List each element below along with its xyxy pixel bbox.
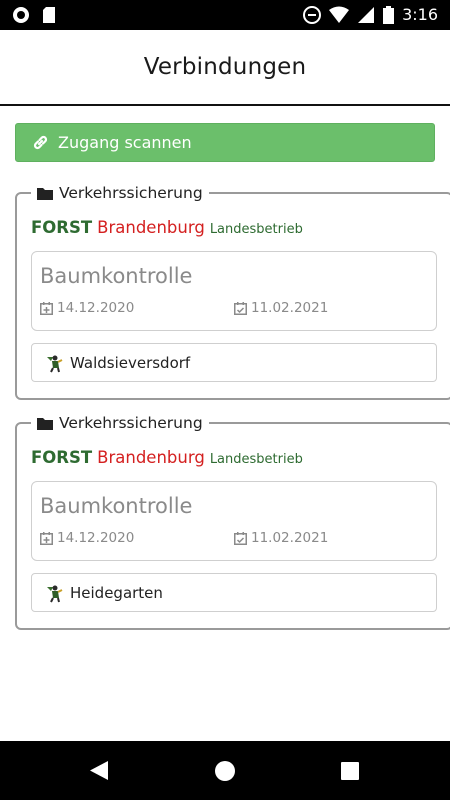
- end-date-value: 11.02.2021: [251, 530, 329, 546]
- folder-icon: [37, 187, 53, 200]
- org-suffix: Landesbetrieb: [209, 222, 303, 237]
- app-header: Verbindungen: [0, 30, 450, 106]
- card-legend-label: Verkehrssicherung: [59, 414, 203, 432]
- org-brand: Brandenburg: [97, 448, 205, 467]
- back-icon[interactable]: [89, 760, 109, 781]
- end-date: 11.02.2021: [234, 530, 428, 546]
- folder-icon: [37, 417, 53, 430]
- start-date: 14.12.2020: [40, 530, 234, 546]
- connection-card: Verkehrssicherung FORST Brandenburg Land…: [15, 414, 450, 630]
- card-legend-label: Verkehrssicherung: [59, 184, 203, 202]
- page-title: Verbindungen: [143, 54, 307, 80]
- inspection-title: Baumkontrolle: [40, 494, 193, 518]
- calendar-plus-icon: [40, 531, 53, 545]
- inspection-title: Baumkontrolle: [40, 264, 193, 288]
- organization-name: FORST Brandenburg Landesbetrieb: [31, 218, 437, 237]
- record-icon: [13, 7, 29, 23]
- org-suffix: Landesbetrieb: [209, 452, 303, 467]
- location-item[interactable]: Waldsieversdorf: [31, 343, 437, 382]
- calendar-check-icon: [234, 531, 247, 545]
- location-item[interactable]: Heidegarten: [31, 573, 437, 612]
- location-label: Heidegarten: [70, 583, 163, 602]
- tree-worker-icon: [47, 585, 63, 602]
- sd-card-icon: [43, 7, 55, 23]
- signal-icon: [358, 6, 375, 23]
- tree-worker-icon: [47, 355, 63, 372]
- system-nav-bar: [0, 741, 450, 800]
- status-bar: 3:16: [0, 0, 450, 30]
- wifi-icon: [329, 6, 350, 23]
- recents-icon[interactable]: [341, 762, 359, 780]
- organization-name: FORST Brandenburg Landesbetrieb: [31, 448, 437, 467]
- calendar-check-icon: [234, 301, 247, 315]
- battery-icon: [383, 5, 395, 24]
- card-legend: Verkehrssicherung: [31, 184, 209, 202]
- location-label: Waldsieversdorf: [70, 353, 191, 372]
- minus-circle-icon: [303, 5, 322, 24]
- connection-card: Verkehrssicherung FORST Brandenburg Land…: [15, 184, 450, 400]
- end-date: 11.02.2021: [234, 300, 428, 316]
- calendar-plus-icon: [40, 301, 53, 315]
- start-date-value: 14.12.2020: [57, 300, 135, 316]
- inspection-card[interactable]: Baumkontrolle 14.12.2020 11.02.2021: [31, 251, 437, 331]
- end-date-value: 11.02.2021: [251, 300, 329, 316]
- link-icon: [33, 135, 48, 150]
- org-forst: FORST: [31, 448, 93, 467]
- start-date-value: 14.12.2020: [57, 530, 135, 546]
- org-forst: FORST: [31, 218, 93, 237]
- start-date: 14.12.2020: [40, 300, 234, 316]
- home-icon[interactable]: [214, 760, 236, 782]
- card-legend: Verkehrssicherung: [31, 414, 209, 432]
- inspection-card[interactable]: Baumkontrolle 14.12.2020 11.02.2021: [31, 481, 437, 561]
- org-brand: Brandenburg: [97, 218, 205, 237]
- scan-access-button[interactable]: Zugang scannen: [15, 123, 435, 162]
- status-time: 3:16: [402, 5, 438, 24]
- scan-button-label: Zugang scannen: [58, 133, 192, 152]
